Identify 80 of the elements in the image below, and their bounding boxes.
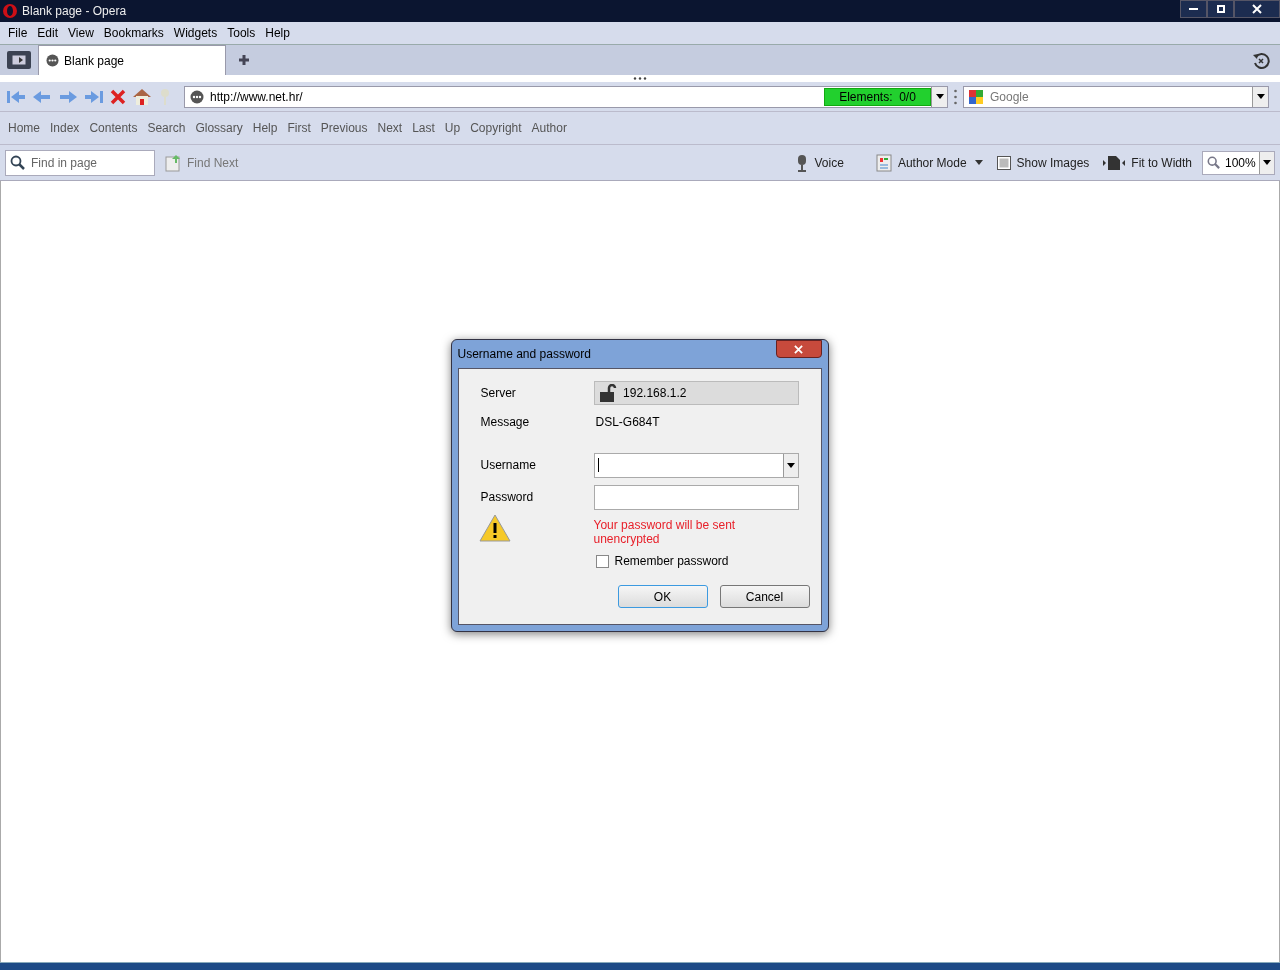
nav-link[interactable]: Copyright — [470, 119, 522, 137]
menu-item[interactable]: View — [63, 24, 99, 42]
server-address: 192.168.1.2 — [623, 385, 687, 402]
dialog-button[interactable]: Cancel — [719, 585, 810, 608]
caret-icon — [786, 462, 795, 468]
field-label: Password — [480, 489, 535, 506]
restore-button[interactable] — [1207, 0, 1234, 18]
menu-item[interactable]: Help — [260, 24, 295, 42]
close-button[interactable] — [1234, 0, 1280, 18]
field-label: Username — [480, 457, 537, 474]
nav-link[interactable]: Search — [147, 119, 186, 137]
nav-link[interactable]: Author — [531, 119, 567, 137]
menu-item[interactable]: File — [3, 24, 33, 42]
nav-link[interactable]: Previous — [320, 119, 368, 137]
url-text: http://www.net.hr/ — [210, 88, 303, 106]
caret-icon — [974, 160, 983, 165]
document-icon — [875, 153, 892, 172]
panel-toggle-icon[interactable] — [7, 51, 31, 69]
menu-item[interactable]: Widgets — [168, 24, 223, 42]
nav-link[interactable]: Help — [252, 119, 278, 137]
nav-link[interactable]: Home — [8, 119, 40, 137]
search-field[interactable]: Google — [963, 85, 1269, 108]
toolbar-button[interactable]: Voice — [794, 153, 844, 172]
find-field[interactable]: Find in page — [5, 149, 155, 176]
checkbox[interactable] — [595, 554, 609, 568]
add-tab-icon[interactable] — [238, 54, 250, 66]
separator-handle-icon[interactable] — [954, 88, 957, 105]
toolbar-button[interactable]: Author Mode — [875, 153, 983, 172]
caret-icon — [1256, 94, 1265, 99]
nav-link[interactable]: Up — [444, 119, 461, 137]
message-text: DSL-G684T — [595, 414, 660, 431]
menu-item[interactable]: Tools — [222, 24, 261, 42]
nav-link[interactable]: Index — [50, 119, 80, 137]
elements-counter: Elements: 0/0 — [824, 87, 931, 106]
fit-width-icon — [1103, 154, 1126, 171]
field-label: Server — [480, 385, 517, 402]
browser-tab[interactable]: Blank page — [38, 45, 226, 75]
window-title: Blank page - Opera — [22, 3, 127, 20]
page-icon — [46, 54, 59, 67]
nav-link[interactable]: Glossary — [195, 119, 243, 137]
search-icon — [10, 154, 25, 170]
zoom-field[interactable]: 100% — [1202, 150, 1275, 175]
stop-icon[interactable] — [110, 88, 126, 105]
warning-text: Your password will be sent unencrypted — [593, 518, 737, 546]
nav-link[interactable]: First — [287, 119, 311, 137]
toolbar-button[interactable]: Show Images — [996, 153, 1090, 172]
page-icon — [190, 89, 204, 104]
username-dropdown-button[interactable] — [782, 453, 798, 477]
dialog-title: Username and password — [457, 346, 591, 363]
close-icon — [794, 344, 803, 354]
find-next-icon — [165, 153, 181, 172]
caret-icon — [935, 94, 944, 99]
zoom-dropdown-button[interactable] — [1259, 151, 1274, 174]
unlocked-padlock-icon — [599, 384, 618, 402]
google-logo-icon — [968, 88, 984, 105]
nav-link[interactable]: Contents — [89, 119, 138, 137]
remember-checkbox[interactable]: Remember password — [595, 552, 799, 570]
warning-icon — [478, 514, 511, 542]
undo-close-icon[interactable] — [1252, 52, 1270, 70]
username-field[interactable] — [594, 452, 799, 478]
nav-link[interactable]: Next — [377, 119, 403, 137]
menu-item[interactable]: Edit — [32, 24, 64, 42]
toolbar-button[interactable]: Fit to Width — [1103, 153, 1192, 172]
search-dropdown-button[interactable] — [1252, 86, 1268, 107]
nav-link[interactable]: Last — [412, 119, 435, 137]
search-input[interactable]: Google — [990, 87, 1252, 106]
dropdown-button[interactable] — [931, 86, 947, 107]
address-field[interactable]: http://www.net.hr/ Elements: 0/0 — [184, 85, 948, 108]
password-field[interactable] — [594, 484, 799, 510]
home-icon[interactable] — [132, 87, 152, 106]
minimize-button[interactable] — [1180, 0, 1207, 18]
caret-icon — [1263, 160, 1271, 165]
dialog-close-button[interactable] — [775, 340, 822, 358]
dialog-button[interactable]: OK — [617, 585, 708, 608]
menu-item[interactable]: Bookmarks — [98, 24, 169, 42]
drag-handle-icon[interactable] — [633, 77, 647, 80]
image-icon — [996, 155, 1011, 170]
close-icon — [1252, 4, 1262, 14]
zoom-icon — [1207, 156, 1220, 169]
field-label: Message — [480, 414, 531, 431]
